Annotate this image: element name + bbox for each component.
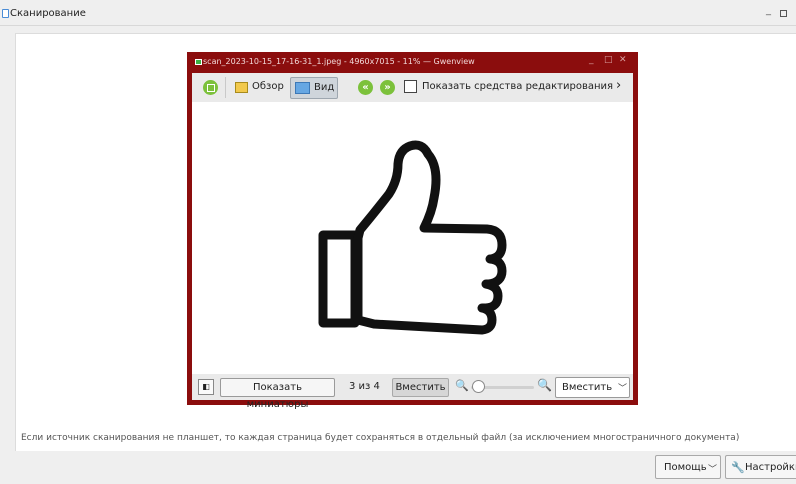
edit-tools-label: Показать средства редактирования (422, 81, 614, 92)
view-image-icon (295, 82, 310, 94)
scanned-screenshot: scan_2023-10-15_17-16-31_1.jpeg - 4960x7… (187, 52, 638, 410)
gwenview-maximize-icon: □ (604, 55, 613, 65)
settings-label: Настройки (745, 462, 796, 473)
next-icon: » (380, 80, 395, 95)
view-button: Вид (290, 77, 338, 99)
zoom-select-value: Вместить (562, 382, 613, 393)
zoom-slider-handle (472, 380, 485, 393)
edit-tools-icon (404, 80, 417, 93)
minimize-button[interactable]: _ (766, 5, 771, 16)
gwenview-titlebar: scan_2023-10-15_17-16-31_1.jpeg - 4960x7… (187, 52, 638, 72)
image-canvas (192, 102, 633, 374)
chevron-down-icon: ﹀ (708, 465, 718, 475)
sidebar-toggle-icon: ◧ (198, 379, 214, 395)
gwenview-close-icon: ✕ (619, 55, 627, 65)
settings-button[interactable]: 🔧 Настройки (725, 455, 796, 479)
zoom-select: Вместить ﹀ (555, 377, 630, 398)
window-titlebar: Сканирование _ (0, 0, 796, 26)
view-label: Вид (314, 82, 335, 93)
gwenview-statusbar: ◧ Показать миниатюры 3 из 4 Вместить 🔍 🔍… (192, 374, 633, 410)
previous-icon: « (358, 80, 373, 95)
window-title: Сканирование (10, 8, 86, 19)
browse-button: Обзор (232, 77, 286, 98)
browse-label: Обзор (252, 81, 284, 92)
scan-info-text: Если источник сканирования не планшет, т… (21, 433, 740, 443)
gwenview-app-icon (195, 59, 202, 65)
gwenview-title: scan_2023-10-15_17-16-31_1.jpeg - 4960x7… (203, 57, 475, 66)
gwenview-minimize-icon: _ (589, 55, 594, 65)
help-label: Помощь (664, 462, 707, 473)
wrench-icon: 🔧 (731, 461, 745, 474)
scan-window: Сканирование _ scan_2023-10-15_17-16-31_… (0, 0, 796, 484)
thumbs-up-icon (318, 140, 507, 335)
image-counter: 3 из 4 (349, 381, 380, 392)
zoom-in-icon: 🔍 (537, 378, 552, 392)
toolbar-separator (225, 77, 226, 98)
maximize-button[interactable] (780, 10, 787, 17)
gwenview-toolbar: Обзор Вид « » Показать средства редактир… (192, 73, 633, 102)
more-chevron-icon: › (616, 78, 622, 93)
home-icon (203, 80, 218, 95)
zoom-out-icon: 🔍 (455, 379, 469, 392)
help-button[interactable]: Помощь ﹀ (655, 455, 721, 479)
show-thumbnails-button: Показать миниатюры (220, 378, 335, 410)
browse-grid-icon (235, 82, 248, 93)
scanner-app-icon (2, 9, 9, 18)
fit-button: Вместить (392, 378, 449, 397)
chevron-down-icon: ﹀ (618, 384, 628, 394)
